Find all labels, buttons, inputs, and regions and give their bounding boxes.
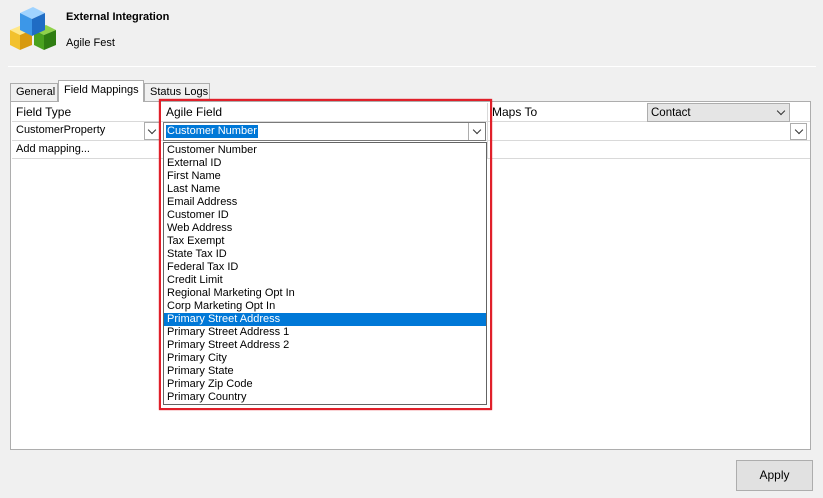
field-type-dropdown-button[interactable] [144, 122, 160, 140]
dropdown-option[interactable]: Federal Tax ID [164, 261, 486, 274]
cubes-icon [8, 6, 56, 52]
dropdown-option[interactable]: Corp Marketing Opt In [164, 300, 486, 313]
dropdown-option[interactable]: Email Address [164, 196, 486, 209]
apply-button[interactable]: Apply [736, 460, 813, 491]
field-type-header: Field Type [16, 105, 72, 119]
maps-to-target-value: Contact [651, 107, 691, 119]
chevron-down-icon[interactable] [790, 123, 807, 140]
dropdown-option[interactable]: First Name [164, 170, 486, 183]
dropdown-option[interactable]: Customer ID [164, 209, 486, 222]
chevron-down-icon[interactable] [468, 123, 485, 140]
agile-field-value: Customer Number [166, 125, 258, 138]
dropdown-option[interactable]: Primary City [164, 352, 486, 365]
grid-column-divider [160, 103, 161, 159]
header-divider [8, 66, 816, 67]
field-type-value: CustomerProperty [16, 124, 106, 136]
maps-to-header: Maps To [492, 105, 538, 119]
dropdown-option[interactable]: Primary Street Address [164, 313, 486, 326]
window-subtitle: Agile Fest [66, 37, 115, 49]
chevron-down-icon [773, 104, 789, 120]
add-mapping-link[interactable]: Add mapping... [16, 143, 90, 155]
dropdown-option[interactable]: Tax Exempt [164, 235, 486, 248]
dropdown-option[interactable]: Regional Marketing Opt In [164, 287, 486, 300]
maps-to-field-select[interactable] [488, 122, 809, 141]
dropdown-option[interactable]: Web Address [164, 222, 486, 235]
agile-field-select[interactable]: Customer Number [163, 122, 486, 141]
dropdown-option[interactable]: Primary Country [164, 391, 486, 404]
tab-field-mappings[interactable]: Field Mappings [58, 80, 144, 102]
maps-to-target-select[interactable]: Contact [647, 103, 790, 122]
field-type-select[interactable]: CustomerProperty [12, 122, 160, 140]
dropdown-option[interactable]: Last Name [164, 183, 486, 196]
dropdown-option[interactable]: Customer Number [164, 144, 486, 157]
window-title: External Integration [66, 11, 170, 23]
dropdown-option[interactable]: Primary Street Address 2 [164, 339, 486, 352]
dropdown-option[interactable]: Credit Limit [164, 274, 486, 287]
agile-field-header: Agile Field [166, 105, 223, 119]
dropdown-option[interactable]: External ID [164, 157, 486, 170]
agile-field-dropdown-list[interactable]: Customer Number External ID First Name L… [163, 142, 487, 405]
dropdown-option[interactable]: Primary Zip Code [164, 378, 486, 391]
dropdown-option[interactable]: Primary Street Address 1 [164, 326, 486, 339]
tab-status-logs[interactable]: Status Logs [144, 83, 210, 101]
tab-general[interactable]: General [10, 83, 58, 101]
dropdown-option[interactable]: Primary State [164, 365, 486, 378]
dropdown-option[interactable]: State Tax ID [164, 248, 486, 261]
chevron-down-icon [147, 125, 157, 134]
